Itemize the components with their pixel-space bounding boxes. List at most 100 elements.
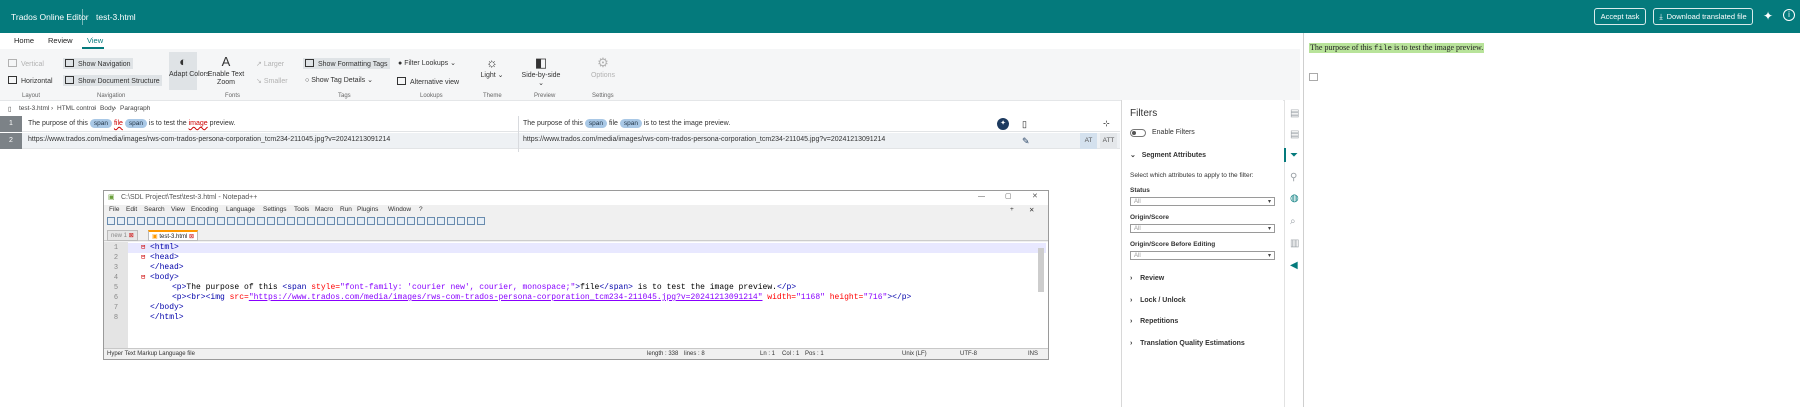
menu-view[interactable]: View [171, 206, 185, 213]
doc-map-icon[interactable] [327, 217, 335, 225]
minimize-icon[interactable]: — [978, 193, 985, 200]
comments-icon[interactable]: ▤ [1290, 129, 1299, 140]
theme-dropdown[interactable]: ☼ Light ⌄ [477, 55, 507, 80]
tqe-section-header[interactable]: › Translation Quality Estimations [1130, 340, 1245, 347]
plugin-c-icon[interactable] [447, 217, 455, 225]
segment-action-icon[interactable]: ⊹ [1103, 119, 1110, 128]
fold-marker-icon[interactable]: ⊟ [141, 273, 145, 282]
adapt-colors-button[interactable]: ◐ Adapt Colors [169, 52, 209, 90]
horizontal-layout-button[interactable]: Horizontal [8, 76, 53, 85]
status-filter-select[interactable]: All ▾ [1130, 197, 1275, 206]
show-document-structure-toggle[interactable]: Show Document Structure [63, 75, 162, 86]
repetitions-section-header[interactable]: › Repetitions [1130, 318, 1178, 325]
menu-edit[interactable]: Edit [126, 206, 137, 213]
menu-language[interactable]: Language [226, 206, 255, 213]
filter-lookups-dropdown[interactable]: ● Filter Lookups ⌄ [398, 59, 456, 67]
menu-plus-icon[interactable]: + [1010, 206, 1014, 213]
menu-help[interactable]: ? [419, 206, 423, 213]
show-navigation-toggle[interactable]: Show Navigation [63, 58, 133, 69]
play-icon[interactable] [387, 217, 395, 225]
tab-test-3[interactable]: ▣ test-3.html ⊠ [148, 230, 199, 241]
search-icon[interactable]: ⌕ [1290, 216, 1296, 227]
show-formatting-tags-toggle[interactable]: Show Formatting Tags [303, 58, 390, 69]
show-tag-details-dropdown[interactable]: ○ Show Tag Details ⌄ [305, 76, 373, 84]
menu-plugins[interactable]: Plugins [357, 206, 378, 213]
tab-new-1[interactable]: new 1 ⊠ [107, 230, 138, 241]
review-section-header[interactable]: › Review [1130, 275, 1164, 282]
menu-run[interactable]: Run [340, 206, 352, 213]
menu-encoding[interactable]: Encoding [191, 206, 218, 213]
target-segment[interactable]: https://www.trados.com/media/images/rws-… [523, 136, 885, 143]
enable-filters-toggle[interactable] [1130, 129, 1146, 137]
new-file-icon[interactable] [107, 217, 115, 225]
print-icon[interactable] [167, 217, 175, 225]
ai-assistant-icon[interactable]: ✦ [997, 118, 1009, 130]
target-segment[interactable]: The purpose of this span file span is to… [523, 119, 730, 128]
source-tag-close[interactable]: span [124, 119, 147, 128]
tab-review[interactable]: Review [48, 36, 73, 45]
lang-icon[interactable] [317, 217, 325, 225]
undo-icon[interactable] [207, 217, 215, 225]
all-chars-icon[interactable] [297, 217, 305, 225]
tab-view[interactable]: View [87, 36, 103, 45]
document-icon[interactable]: ▤ [1290, 108, 1299, 119]
source-segment[interactable]: The purpose of this span file span is to… [28, 119, 235, 128]
source-tag-open[interactable]: span [89, 119, 112, 128]
save-icon[interactable] [127, 217, 135, 225]
save-all-icon[interactable] [137, 217, 145, 225]
menu-tools[interactable]: Tools [294, 206, 309, 213]
breadcrumb-file[interactable]: test-3.html [19, 105, 49, 112]
enable-text-zoom-button[interactable]: A Enable Text Zoom [206, 54, 246, 87]
vertical-layout-button[interactable]: Vertical [8, 59, 44, 68]
extension-icon[interactable]: ✦ [1763, 9, 1773, 23]
tab-close-icon[interactable]: ⊠ [129, 233, 134, 239]
source-segment[interactable]: https://www.trados.com/media/images/rws-… [28, 136, 390, 143]
tm-search-icon[interactable]: ⚲ [1290, 172, 1297, 183]
copy-icon[interactable] [187, 217, 195, 225]
sync-v-icon[interactable] [267, 217, 275, 225]
maximize-icon[interactable]: ▢ [1005, 192, 1012, 200]
record-icon[interactable] [367, 217, 375, 225]
sync-h-icon[interactable] [277, 217, 285, 225]
menu-settings[interactable]: Settings [263, 206, 287, 213]
fold-marker-icon[interactable]: ⊟ [141, 253, 145, 262]
fold-marker-icon[interactable]: ⊟ [141, 243, 145, 252]
close-icon[interactable]: ✕ [1032, 192, 1038, 200]
cut-icon[interactable] [177, 217, 185, 225]
paste-icon[interactable] [197, 217, 205, 225]
wrap-icon[interactable] [287, 217, 295, 225]
lock-unlock-section-header[interactable]: › Lock / Unlock [1130, 297, 1186, 304]
termbase-icon[interactable]: ◍ [1290, 193, 1299, 204]
smaller-font-button[interactable]: ↘ Smaller [256, 77, 288, 85]
plugin-a-icon[interactable] [427, 217, 435, 225]
tab-home[interactable]: Home [14, 36, 34, 45]
segment-row[interactable]: 1 The purpose of this span file span is … [0, 116, 1120, 132]
alternative-view-button[interactable]: Alternative view [397, 77, 459, 86]
breadcrumb-control[interactable]: HTML control [57, 105, 96, 112]
close-file-icon[interactable] [147, 217, 155, 225]
spell-icon[interactable] [417, 217, 425, 225]
replace-icon[interactable] [237, 217, 245, 225]
filter-icon[interactable]: ⏷ [1290, 150, 1298, 161]
download-translated-file-button[interactable]: ⤓ Download translated file [1653, 8, 1753, 25]
func-list-icon[interactable] [337, 217, 345, 225]
close-all-icon[interactable] [157, 217, 165, 225]
menu-search[interactable]: Search [144, 206, 165, 213]
menu-file[interactable]: File [109, 206, 119, 213]
menu-close-icon[interactable]: ✕ [1029, 206, 1034, 214]
document-status-icon[interactable]: ▯ [1022, 119, 1027, 130]
plugin-e-icon[interactable] [467, 217, 475, 225]
target-tag-open[interactable]: span [584, 119, 607, 128]
find-icon[interactable] [227, 217, 235, 225]
origin-score-select[interactable]: All ▾ [1130, 224, 1275, 233]
plugin-d-icon[interactable] [457, 217, 465, 225]
plugin-f-icon[interactable] [477, 217, 485, 225]
monitor-icon[interactable] [357, 217, 365, 225]
breadcrumb-body[interactable]: Body [100, 105, 115, 112]
accept-task-button[interactable]: Accept task [1594, 8, 1646, 25]
menu-macro[interactable]: Macro [315, 206, 333, 213]
origin-before-select[interactable]: All ▾ [1130, 251, 1275, 260]
history-icon[interactable]: ▥ [1290, 238, 1299, 249]
segment-row[interactable]: 2 https://www.trados.com/media/images/rw… [0, 133, 1120, 149]
vertical-scrollbar[interactable] [1038, 248, 1044, 292]
